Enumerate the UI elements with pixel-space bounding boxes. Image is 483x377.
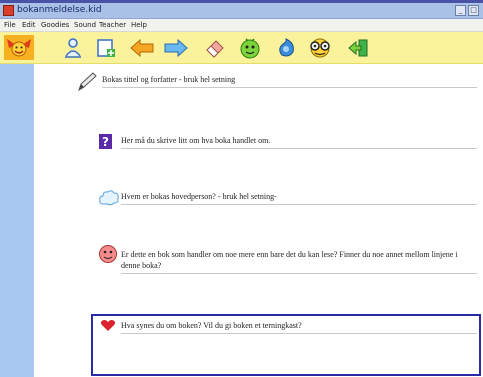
menu-file[interactable]: File (4, 19, 16, 31)
window-title: bokanmeldelse.kid (17, 5, 102, 15)
answer-line-2[interactable] (121, 148, 477, 149)
svg-text:?: ? (102, 135, 109, 149)
glasses-face-icon[interactable] (305, 35, 335, 60)
app-icon (3, 5, 14, 16)
answer-line-5[interactable] (121, 333, 477, 334)
question-mark-icon: ? (99, 134, 112, 149)
question-4-text: Er dette en bok som handler om noe mere … (121, 250, 458, 270)
menu-goodies[interactable]: Goodies (41, 19, 69, 31)
question-5-text: Hva synes du om boken? Vil du gi boken e… (121, 321, 302, 330)
add-page-icon[interactable] (93, 35, 119, 60)
arrow-left-icon[interactable] (129, 35, 155, 60)
smiley-face-icon[interactable] (237, 35, 263, 60)
answer-line-1[interactable] (102, 87, 477, 88)
stamp-person-icon[interactable] (60, 35, 86, 60)
kidpix-logo-icon[interactable] (4, 35, 34, 60)
question-1-text: Bokas tittel og forfatter - bruk hel set… (102, 75, 236, 84)
cloud-icon (99, 189, 119, 207)
menu-help[interactable]: Help (131, 19, 147, 31)
title-bar[interactable]: bokanmeldelse.kid _ □ (0, 3, 483, 19)
menu-sound[interactable]: Sound (74, 19, 96, 31)
toolbar (0, 32, 483, 64)
menu-bar: File Edit Goodies Sound Teacher Help (0, 19, 483, 32)
pencil-icon (76, 70, 98, 94)
minimize-button[interactable]: _ (455, 5, 466, 16)
menu-teacher[interactable]: Teacher (99, 19, 126, 31)
heart-icon (100, 319, 116, 332)
app-window: bokanmeldelse.kid _ □ File Edit Goodies … (0, 0, 483, 377)
arrow-right-icon[interactable] (163, 35, 189, 60)
question-2-text: Her må du skrive litt om hva boka handle… (121, 136, 271, 145)
exit-icon[interactable] (345, 35, 371, 60)
shell-icon[interactable] (273, 35, 299, 60)
menu-edit[interactable]: Edit (22, 19, 36, 31)
answer-line-3[interactable] (121, 204, 477, 205)
face-icon (98, 244, 118, 264)
maximize-button[interactable]: □ (468, 5, 479, 16)
eraser-icon[interactable] (202, 35, 228, 60)
sidebar (0, 64, 34, 377)
answer-line-4[interactable] (121, 273, 477, 274)
question-3-text: Hvem er bokas hovedperson? - bruk hel se… (121, 192, 277, 201)
